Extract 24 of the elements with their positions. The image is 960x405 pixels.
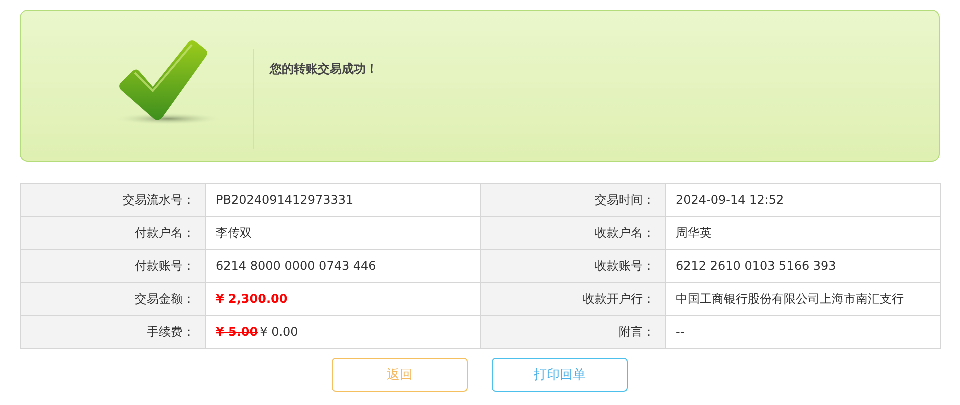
field-label: 交易金额：	[135, 292, 195, 306]
amount-value: ¥ 2,300.00	[216, 292, 288, 306]
back-button[interactable]: 返回	[332, 358, 468, 392]
field-label: 收款账号：	[595, 258, 655, 272]
fee-value: ¥ 0.00	[260, 325, 298, 339]
field-value: 6212 2610 0103 5166 393	[676, 259, 836, 273]
field-label: 收款户名：	[595, 226, 655, 240]
success-message: 您的转账交易成功！	[270, 61, 378, 78]
field-value: 李传双	[216, 226, 252, 240]
field-label: 附言：	[619, 324, 655, 338]
field-value: PB2024091412973331	[216, 193, 354, 207]
field-label: 交易时间：	[595, 192, 655, 206]
field-label: 收款开户行：	[583, 292, 655, 306]
field-value: 6214 8000 0000 0743 446	[216, 259, 376, 273]
field-label: 手续费：	[147, 324, 195, 338]
field-label: 交易流水号：	[123, 192, 195, 206]
print-button[interactable]: 打印回单	[492, 358, 628, 392]
field-value: 周华英	[676, 226, 712, 240]
field-value: 2024-09-14 12:52	[676, 193, 784, 207]
field-value: --	[676, 325, 685, 339]
field-value: 中国工商银行股份有限公司上海市南汇支行	[676, 292, 904, 306]
field-label: 付款户名：	[135, 226, 195, 240]
field-label: 付款账号：	[135, 258, 195, 272]
original-fee: ¥ 5.00	[216, 325, 258, 339]
